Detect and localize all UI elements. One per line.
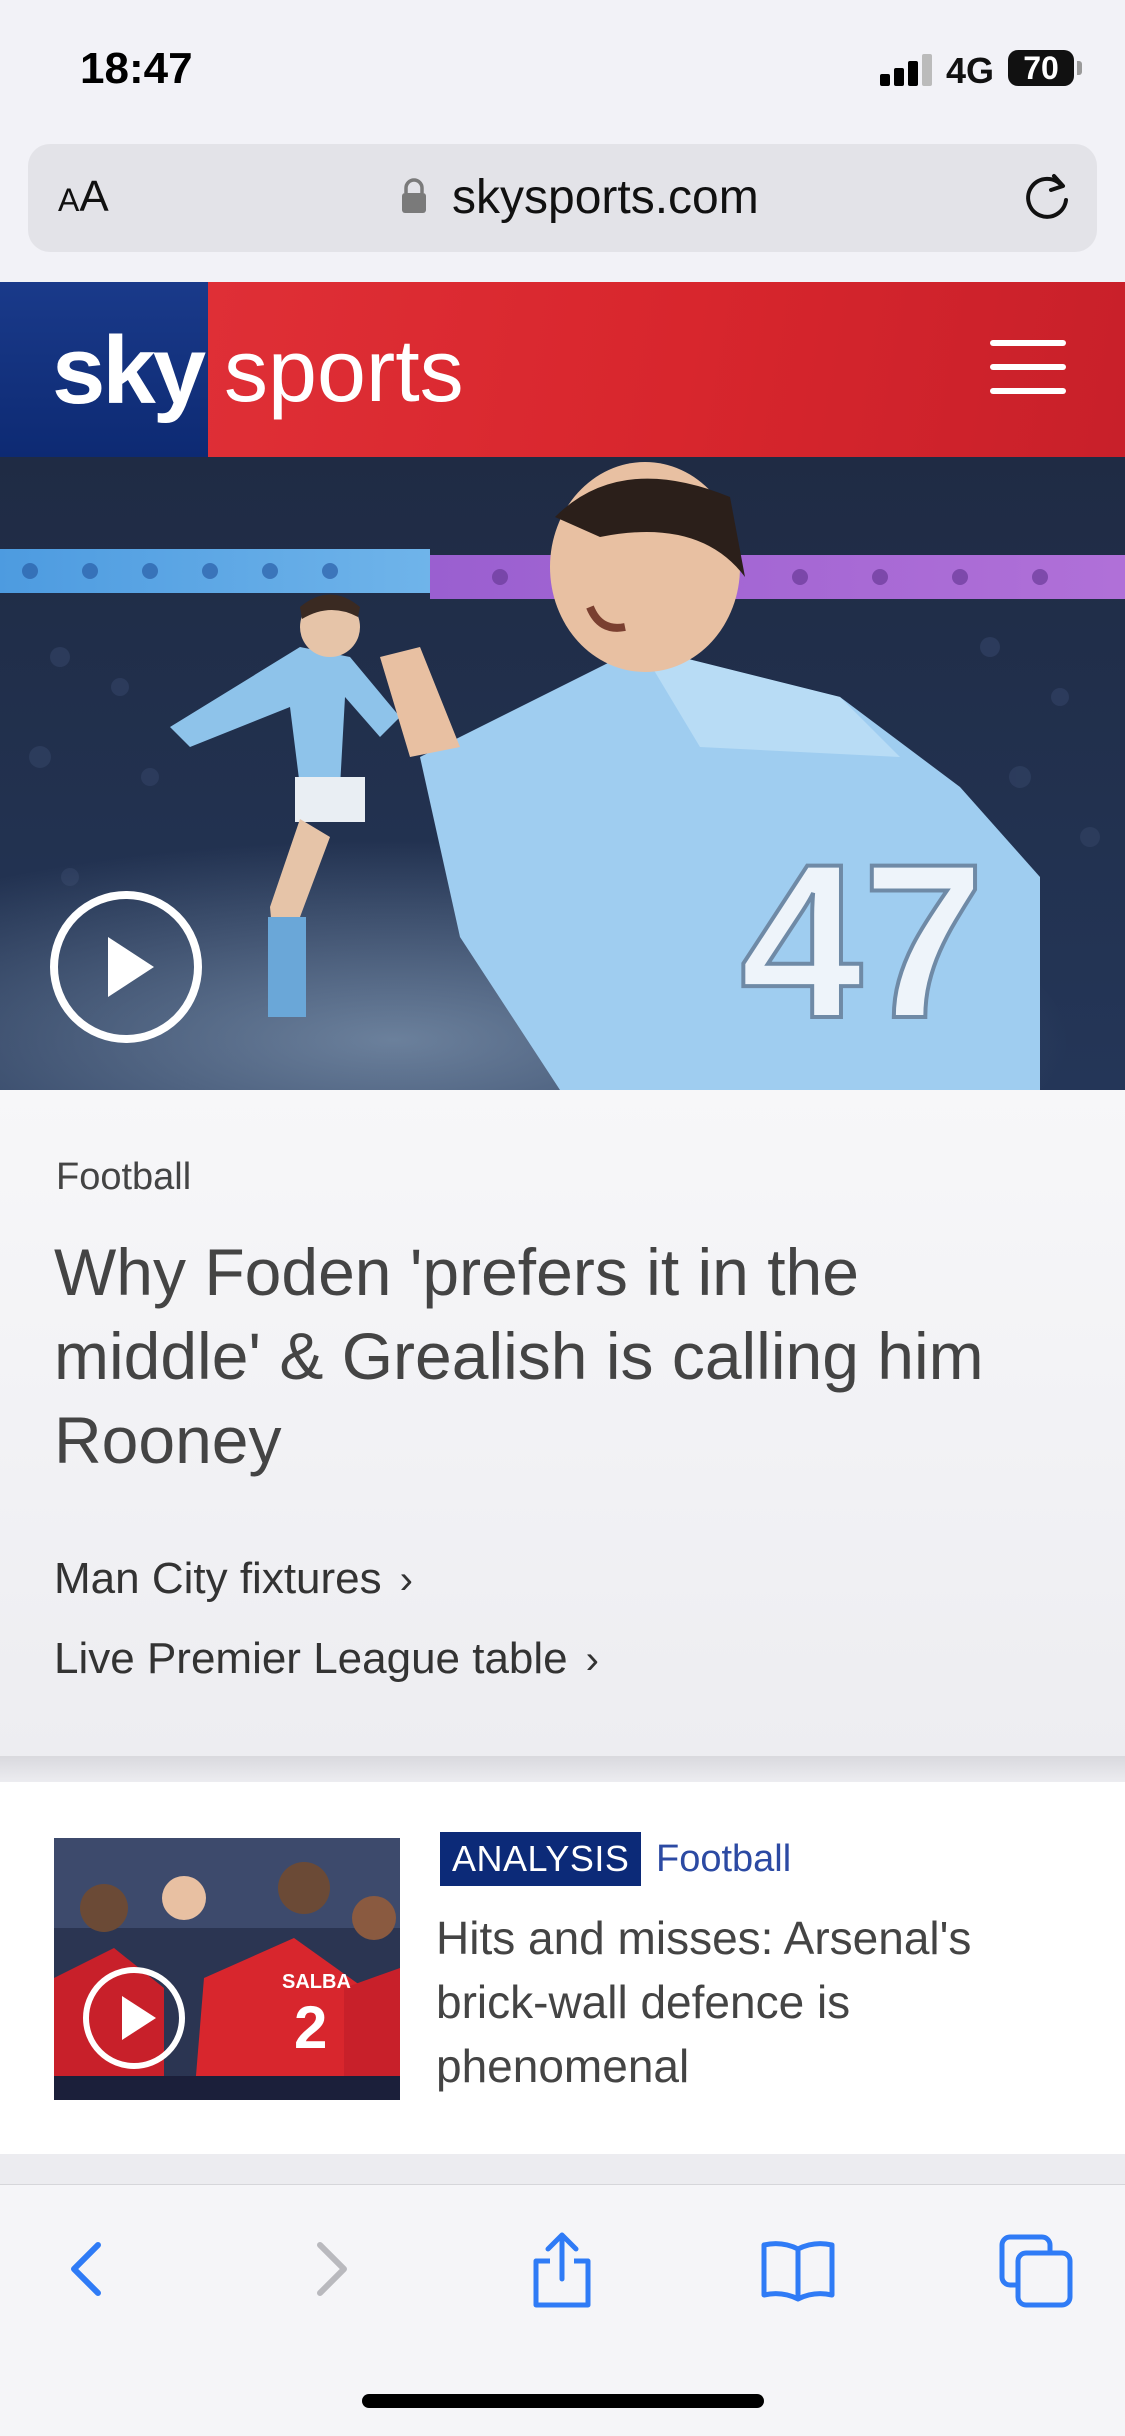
svg-text:2: 2 <box>294 1994 327 2061</box>
status-time: 18:47 <box>80 44 193 93</box>
story-headline[interactable]: Why Foden 'prefers it in the middle' & G… <box>54 1230 1064 1482</box>
logo-sky: sky <box>52 317 206 424</box>
logo-sports: sports <box>224 321 464 420</box>
lock-icon <box>402 178 426 213</box>
site-header: sky sports <box>0 282 1125 457</box>
status-bar: 18:47 4G 70 <box>0 0 1125 140</box>
chevron-right-icon: › <box>585 1638 599 1682</box>
share-icon[interactable] <box>522 2229 602 2309</box>
tabs-icon[interactable] <box>996 2229 1076 2309</box>
url-text[interactable]: skysports.com <box>452 170 759 225</box>
signal-icon <box>880 54 934 86</box>
reload-icon[interactable] <box>1018 168 1076 226</box>
hero-image[interactable]: 47 <box>0 457 1125 1090</box>
battery-level: 70 <box>1023 50 1059 86</box>
chevron-right-icon: › <box>399 1558 413 1602</box>
battery-icon: 70 <box>1008 50 1082 86</box>
svg-text:47: 47 <box>740 818 985 1064</box>
sky-logo-block[interactable]: sky <box>0 282 208 457</box>
network-label: 4G <box>946 50 995 91</box>
bookmarks-icon[interactable] <box>758 2229 838 2309</box>
link-man-city-fixtures[interactable]: Man City fixtures › <box>54 1554 413 1604</box>
section-divider <box>0 2154 1125 2184</box>
home-indicator[interactable] <box>362 2394 764 2408</box>
play-video-icon[interactable] <box>80 1964 188 2072</box>
back-icon[interactable] <box>48 2229 128 2309</box>
story-category[interactable]: Football <box>56 1156 191 1199</box>
link-label: Live Premier League table <box>54 1634 568 1683</box>
link-label: Man City fixtures <box>54 1554 382 1603</box>
forward-icon[interactable] <box>290 2229 370 2309</box>
article-thumbnail[interactable]: SALBA 2 <box>54 1838 400 2100</box>
article-title[interactable]: Hits and misses: Arsenal's brick-wall de… <box>436 1906 1076 2098</box>
lead-story[interactable]: Football Why Foden 'prefers it in the mi… <box>0 1090 1125 1756</box>
link-premier-league-table[interactable]: Live Premier League table › <box>54 1634 599 1684</box>
address-bar[interactable]: AA skysports.com <box>28 144 1097 252</box>
analysis-badge: ANALYSIS <box>440 1832 642 1886</box>
section-divider <box>0 1756 1125 1782</box>
article-category[interactable]: Football <box>656 1838 791 1881</box>
hamburger-menu-icon[interactable] <box>990 340 1066 396</box>
play-video-icon[interactable] <box>48 889 204 1045</box>
text-size-button[interactable]: AA <box>58 172 109 222</box>
svg-text:SALBA: SALBA <box>282 1971 351 1993</box>
article-card[interactable]: SALBA 2 ANALYSIS Football Hits and misse… <box>0 1782 1125 2154</box>
